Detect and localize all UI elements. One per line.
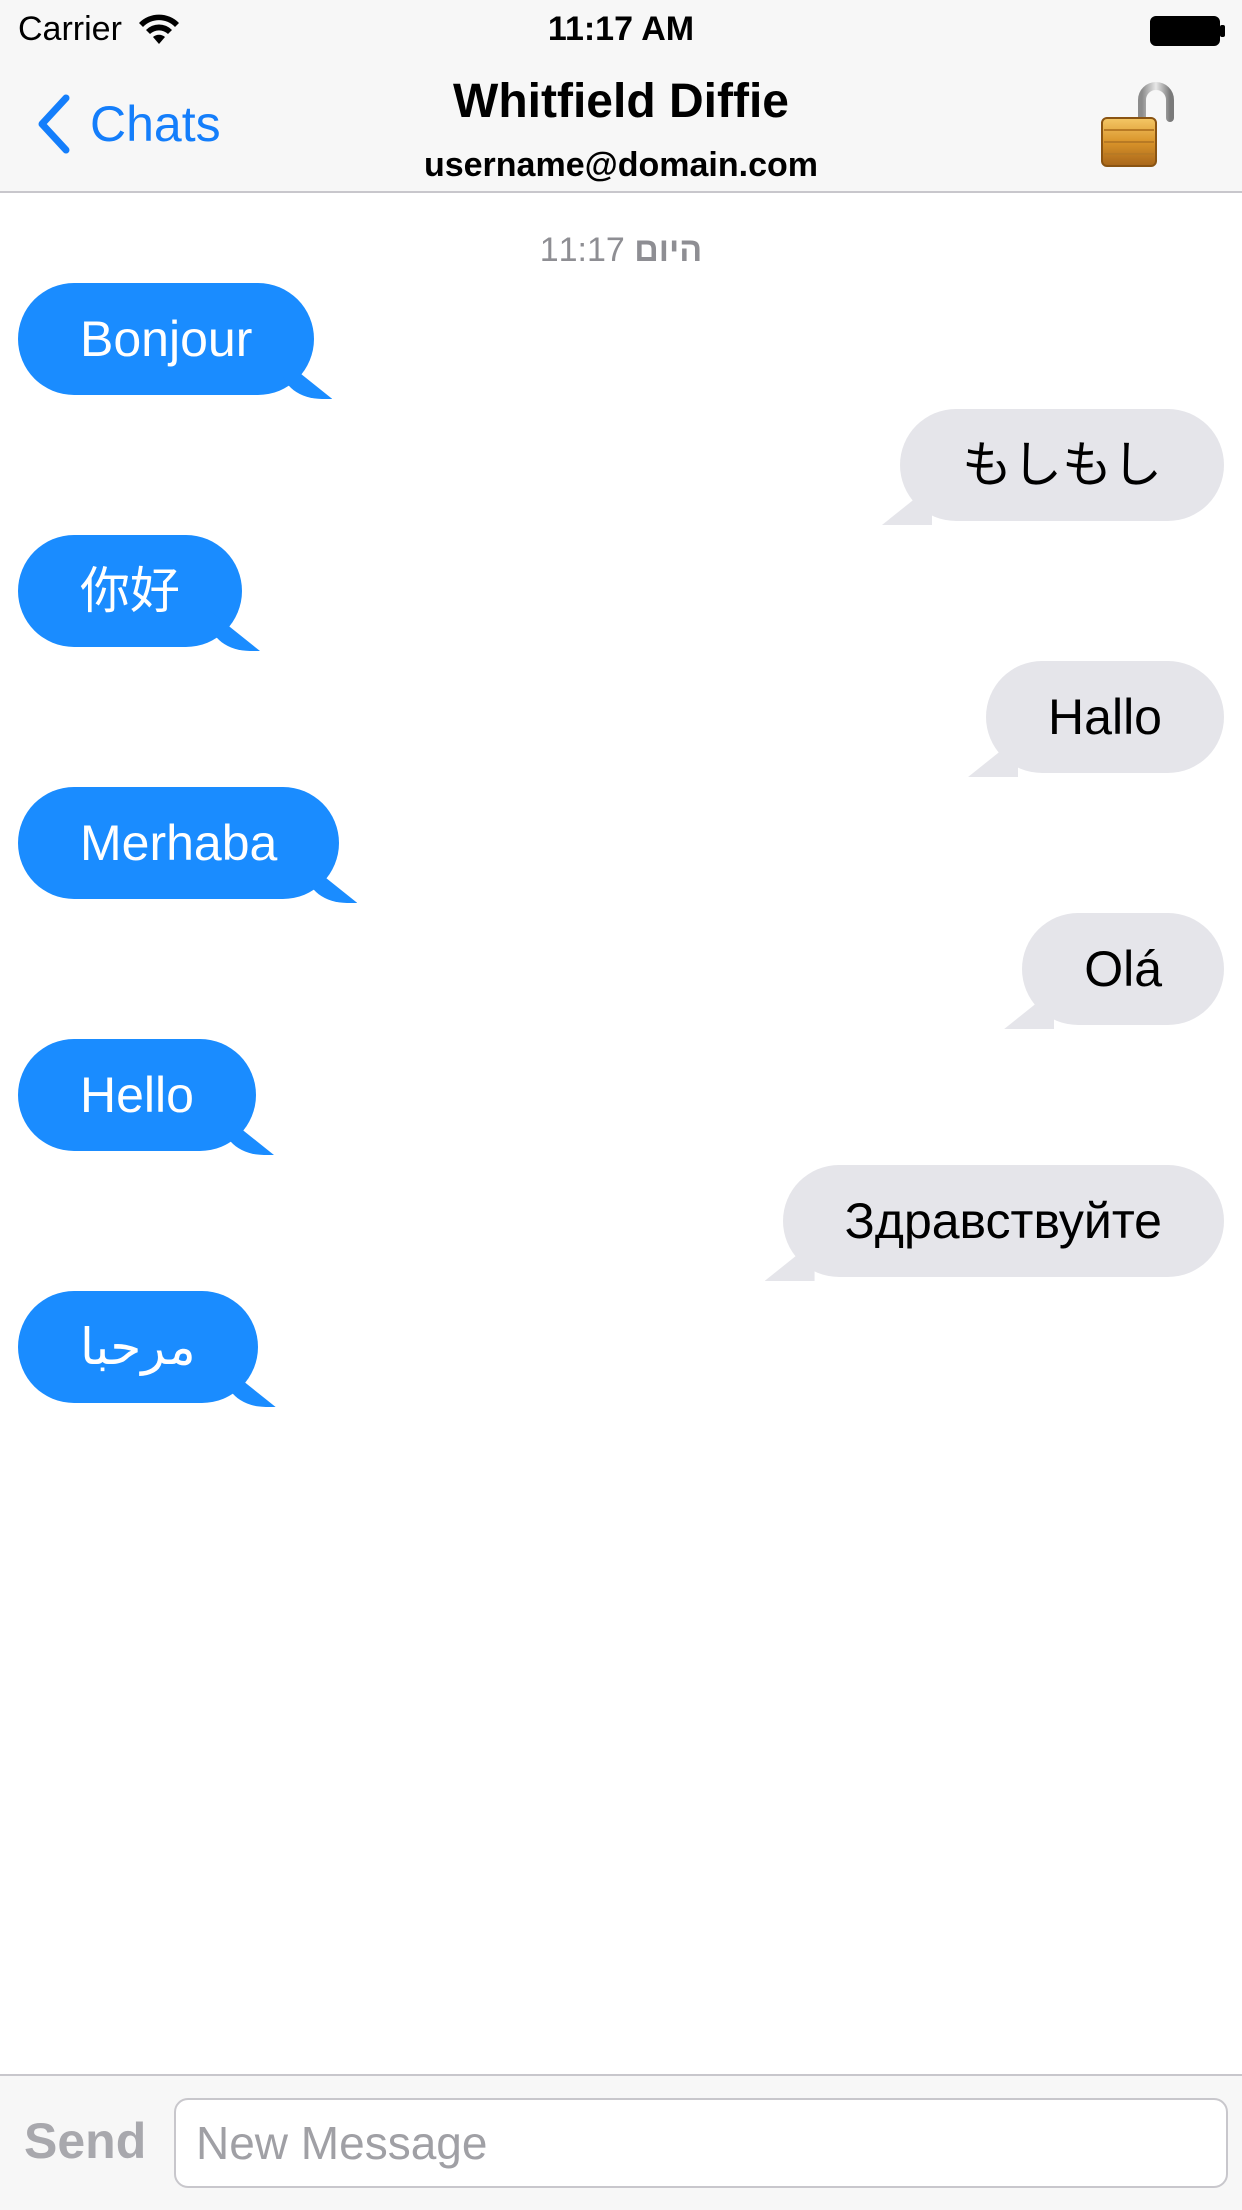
unlocked-padlock-icon[interactable] [1098, 78, 1178, 170]
message-input[interactable] [174, 2098, 1228, 2188]
incoming-message-bubble[interactable]: مرحبا [18, 1291, 258, 1403]
message-timestamp: 11:17 היום [0, 231, 1242, 270]
outgoing-message-bubble[interactable]: もしもし [900, 409, 1224, 521]
timestamp-day: היום [634, 231, 703, 269]
navigation-bar: Carrier 11:17 AM Chats Whitfield Diffie … [0, 0, 1242, 193]
status-time: 11:17 AM [547, 10, 695, 48]
contact-address: username@domain.com [423, 146, 819, 184]
timestamp-time: 11:17 [539, 231, 625, 269]
incoming-message-bubble[interactable]: Merhaba [18, 787, 340, 899]
battery-icon [1150, 16, 1225, 46]
message-composer: Send [0, 2074, 1242, 2210]
contact-name: Whitfield Diffie [453, 75, 789, 128]
incoming-message-bubble[interactable]: 你好 [18, 535, 242, 647]
message-list[interactable]: 11:17 היום Bonjour もしもし 你好 Hallo Merhaba… [0, 193, 1242, 2073]
incoming-message-bubble[interactable]: Hello [18, 1039, 256, 1151]
outgoing-message-bubble[interactable]: Hallo [986, 661, 1224, 773]
send-button[interactable]: Send [24, 2112, 146, 2170]
incoming-message-bubble[interactable]: Bonjour [18, 283, 315, 395]
outgoing-message-bubble[interactable]: Olá [1022, 913, 1224, 1025]
outgoing-message-bubble[interactable]: Здравствуйте [782, 1165, 1224, 1277]
